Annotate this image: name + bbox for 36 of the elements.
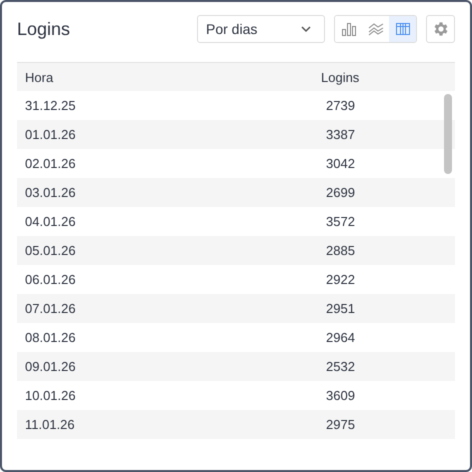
table-cell-text: 01.01.26	[24, 127, 77, 142]
table-cell-text: 3609	[325, 388, 355, 403]
table-cell-text: 09.01.26	[24, 359, 77, 374]
table-cell-text: 2975	[325, 417, 355, 432]
table-cell-text: 11.01.26	[24, 417, 76, 432]
table-cell-text: 06.01.26	[24, 272, 77, 287]
table-icon	[394, 22, 410, 36]
table-cell-text: 10.01.26	[24, 388, 77, 403]
column-header: Hora	[24, 70, 54, 84]
table-cell-text: 07.01.26	[24, 301, 77, 316]
table-cell-text: 2532	[325, 359, 355, 374]
table-cell-text: 2922	[325, 272, 355, 287]
bar-chart-icon	[340, 22, 356, 36]
table-cell-text: 05.01.26	[24, 243, 77, 258]
scrollbar-thumb[interactable]	[444, 94, 452, 174]
chevron-down-icon	[300, 25, 312, 33]
table-cell-text: 02.01.26	[24, 156, 77, 171]
table-cell-text: 3042	[325, 156, 355, 171]
table-cell-text: 3387	[325, 127, 355, 142]
table-cell-text: 31.12.25	[24, 98, 77, 113]
table-cell-text: 2951	[325, 301, 355, 316]
settings-icon	[432, 20, 450, 38]
widget-title: Logins	[17, 18, 72, 40]
settings-button[interactable]	[426, 15, 455, 43]
column-header: Logins	[320, 70, 360, 84]
table-cell-text: 03.01.26	[24, 185, 77, 200]
table-cell-text: 2885	[325, 243, 355, 258]
line-chart-icon	[368, 22, 384, 36]
table-cell-text: 04.01.26	[24, 214, 77, 229]
table-cell-text: 08.01.26	[24, 330, 77, 345]
table-cell-text: 2964	[325, 330, 355, 345]
table-cell-text: 3572	[325, 214, 355, 229]
table-cell-text: 2699	[325, 185, 355, 200]
period-dropdown[interactable]: Por dias	[197, 15, 325, 43]
table-view-button[interactable]	[389, 16, 416, 42]
table-cell-text: 2739	[325, 98, 355, 113]
